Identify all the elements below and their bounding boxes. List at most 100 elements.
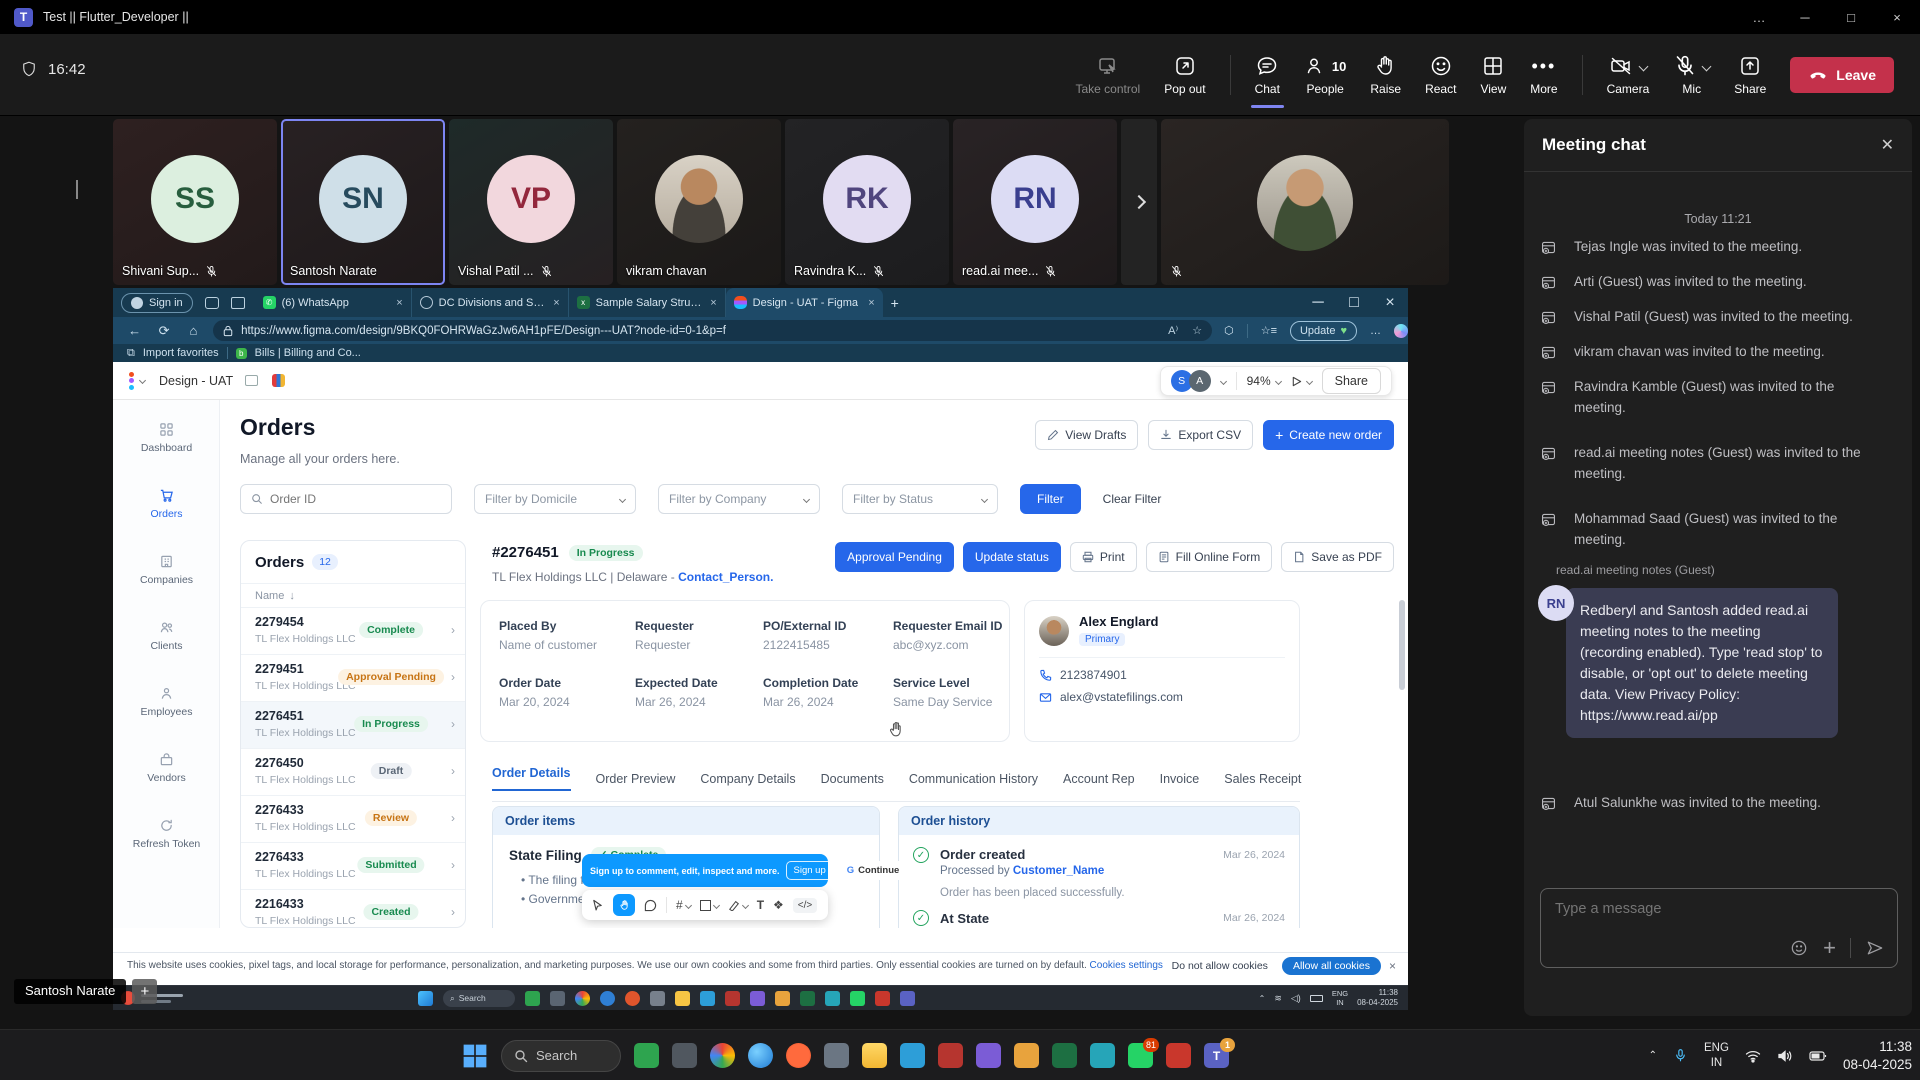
excel-icon[interactable] <box>1052 1043 1077 1068</box>
hand-tool-icon-active[interactable] <box>613 894 635 916</box>
collections-icon[interactable]: ☆≡ <box>1261 324 1277 337</box>
emoji-icon[interactable] <box>1789 938 1809 958</box>
taskbar-app-icon[interactable] <box>634 1043 659 1068</box>
browser-close-button[interactable]: × <box>1372 294 1408 312</box>
participant-tile[interactable]: RK Ravindra K... <box>785 119 949 285</box>
chrome-icon[interactable] <box>710 1043 735 1068</box>
sidebar-item-vendors[interactable]: Vendors <box>113 752 220 784</box>
zoom-select[interactable]: 94% <box>1247 374 1281 388</box>
avatars-chevron-icon[interactable] <box>1220 377 1227 384</box>
copilot-icon[interactable] <box>1394 324 1408 338</box>
pages-panel-icon[interactable] <box>245 375 258 386</box>
filter-status-select[interactable]: Filter by Status <box>842 484 998 514</box>
teams-icon[interactable]: T1 <box>1204 1043 1229 1068</box>
presenter-add-button[interactable]: + <box>132 979 157 1004</box>
order-id-search[interactable] <box>240 484 452 514</box>
taskbar-app-icon[interactable] <box>1090 1043 1115 1068</box>
participant-tile-large[interactable] <box>1161 119 1449 285</box>
edge-icon[interactable] <box>748 1043 773 1068</box>
camera-chevron-icon[interactable] <box>1639 61 1649 71</box>
shared-vscode-icon[interactable] <box>700 991 715 1006</box>
order-row[interactable]: 2279451TL Flex Holdings LLCApproval Pend… <box>241 654 465 701</box>
order-row[interactable]: 2279454TL Flex Holdings LLCComplete› <box>241 607 465 654</box>
browser-minimize-button[interactable]: ─ <box>1300 294 1336 312</box>
new-tab-button[interactable]: + <box>891 295 899 311</box>
pop-out-button[interactable]: Pop out <box>1164 54 1205 96</box>
order-id-input[interactable] <box>270 492 430 506</box>
shared-language-indicator[interactable]: ENGIN <box>1332 989 1348 1007</box>
vscode-icon[interactable] <box>900 1043 925 1068</box>
view-button[interactable]: View <box>1480 54 1506 96</box>
send-icon[interactable] <box>1865 938 1885 958</box>
taskbar-app-icon[interactable] <box>672 1043 697 1068</box>
update-button[interactable]: Update♥ <box>1290 321 1357 341</box>
favorite-star-icon[interactable]: ☆ <box>1192 324 1202 337</box>
shared-app-icon[interactable] <box>625 991 640 1006</box>
order-row[interactable]: 2276450TL Flex Holdings LLCDraft› <box>241 748 465 795</box>
participant-tile[interactable]: vikram chavan <box>617 119 781 285</box>
url-field[interactable]: https://www.figma.com/design/9BKQ0FOHRWa… <box>213 320 1212 341</box>
signup-button[interactable]: Sign up <box>786 861 834 880</box>
allow-cookies-button[interactable]: Allow all cookies <box>1282 957 1381 975</box>
sidebar-item-refresh-token[interactable]: Refresh Token <box>113 818 220 850</box>
present-button[interactable] <box>1291 376 1312 387</box>
pen-tool[interactable] <box>728 899 748 911</box>
shared-teams-icon[interactable] <box>900 991 915 1006</box>
browser-maximize-button[interactable]: □ <box>1336 294 1372 312</box>
filter-button[interactable]: Filter <box>1020 484 1081 514</box>
wifi-icon[interactable] <box>1745 1049 1761 1063</box>
filter-domicile-select[interactable]: Filter by Domicile <box>474 484 636 514</box>
chat-message-bubble[interactable]: Redberyl and Santosh added read.ai meeti… <box>1566 588 1838 738</box>
contact-phone[interactable]: 2123874901 <box>1060 668 1127 682</box>
shared-app-icon[interactable] <box>725 991 740 1006</box>
settings-dots-icon[interactable]: … <box>1370 325 1381 337</box>
sidebar-item-orders[interactable]: Orders <box>113 488 220 520</box>
clear-filter-button[interactable]: Clear Filter <box>1103 492 1162 506</box>
export-csv-button[interactable]: Export CSV <box>1148 420 1253 450</box>
participant-tile-selected[interactable]: SN Santosh Narate <box>281 119 445 285</box>
shared-edge-icon[interactable] <box>600 991 615 1006</box>
read-aloud-icon[interactable]: A⁾ <box>1168 324 1178 337</box>
order-row[interactable]: 2276433TL Flex Holdings LLCSubmitted› <box>241 842 465 889</box>
contact-person-link[interactable]: Contact_Person. <box>678 570 773 584</box>
browser-signin-button[interactable]: Sign in <box>121 293 193 313</box>
tab-close-icon[interactable]: × <box>553 297 559 309</box>
taskbar-search-box[interactable]: Search <box>501 1040 621 1072</box>
mic-chevron-icon[interactable] <box>1702 61 1712 71</box>
figma-share-button[interactable]: Share <box>1322 368 1381 394</box>
raise-hand-button[interactable]: Raise <box>1370 54 1401 96</box>
cookie-close-icon[interactable]: × <box>1389 959 1396 973</box>
workspaces-icon[interactable] <box>205 297 219 309</box>
tiles-prev-button[interactable] <box>76 180 78 198</box>
shared-chrome-icon[interactable] <box>575 991 590 1006</box>
frame-tool[interactable]: # <box>676 898 691 912</box>
cookie-settings-link[interactable]: Cookies settings <box>1090 960 1163 971</box>
order-row-selected[interactable]: 2276451TL Flex Holdings LLCIn Progress› <box>241 701 465 748</box>
window-more-button[interactable]: … <box>1736 0 1782 34</box>
filter-company-select[interactable]: Filter by Company <box>658 484 820 514</box>
shared-tray-chevron-icon[interactable]: ⌃ <box>1259 994 1266 1003</box>
participant-tile[interactable]: VP Vishal Patil ... <box>449 119 613 285</box>
shared-app-icon[interactable] <box>825 991 840 1006</box>
order-row[interactable]: 2216433TL Flex Holdings LLCCreated› <box>241 889 465 928</box>
shared-app-icon[interactable] <box>750 991 765 1006</box>
create-new-order-button[interactable]: +Create new order <box>1263 420 1394 450</box>
brave-icon[interactable] <box>786 1043 811 1068</box>
canvas-scrollbar[interactable] <box>1399 600 1405 690</box>
shape-tool[interactable] <box>700 900 719 911</box>
figma-file-name[interactable]: Design - UAT <box>159 374 233 388</box>
close-button[interactable]: × <box>1874 0 1920 34</box>
shared-app-icon[interactable] <box>550 991 565 1006</box>
list-column-header[interactable]: Name↓ <box>241 583 465 607</box>
import-favorites-link[interactable]: Import favorites <box>143 347 219 359</box>
compose-box[interactable]: + <box>1540 888 1898 968</box>
tab-documents[interactable]: Documents <box>821 772 884 786</box>
figma-menu-icon[interactable] <box>129 372 134 390</box>
tab-close-icon[interactable]: × <box>396 297 402 309</box>
battery-icon[interactable] <box>1809 1050 1827 1062</box>
sidebar-item-dashboard[interactable]: Dashboard <box>113 422 220 454</box>
language-indicator[interactable]: ENGIN <box>1704 1041 1729 1070</box>
update-status-button[interactable]: Update status <box>963 542 1061 572</box>
browser-tab-dc-divisions[interactable]: DC Divisions and Surroundings× <box>412 288 569 317</box>
shared-excel-icon[interactable] <box>800 991 815 1006</box>
